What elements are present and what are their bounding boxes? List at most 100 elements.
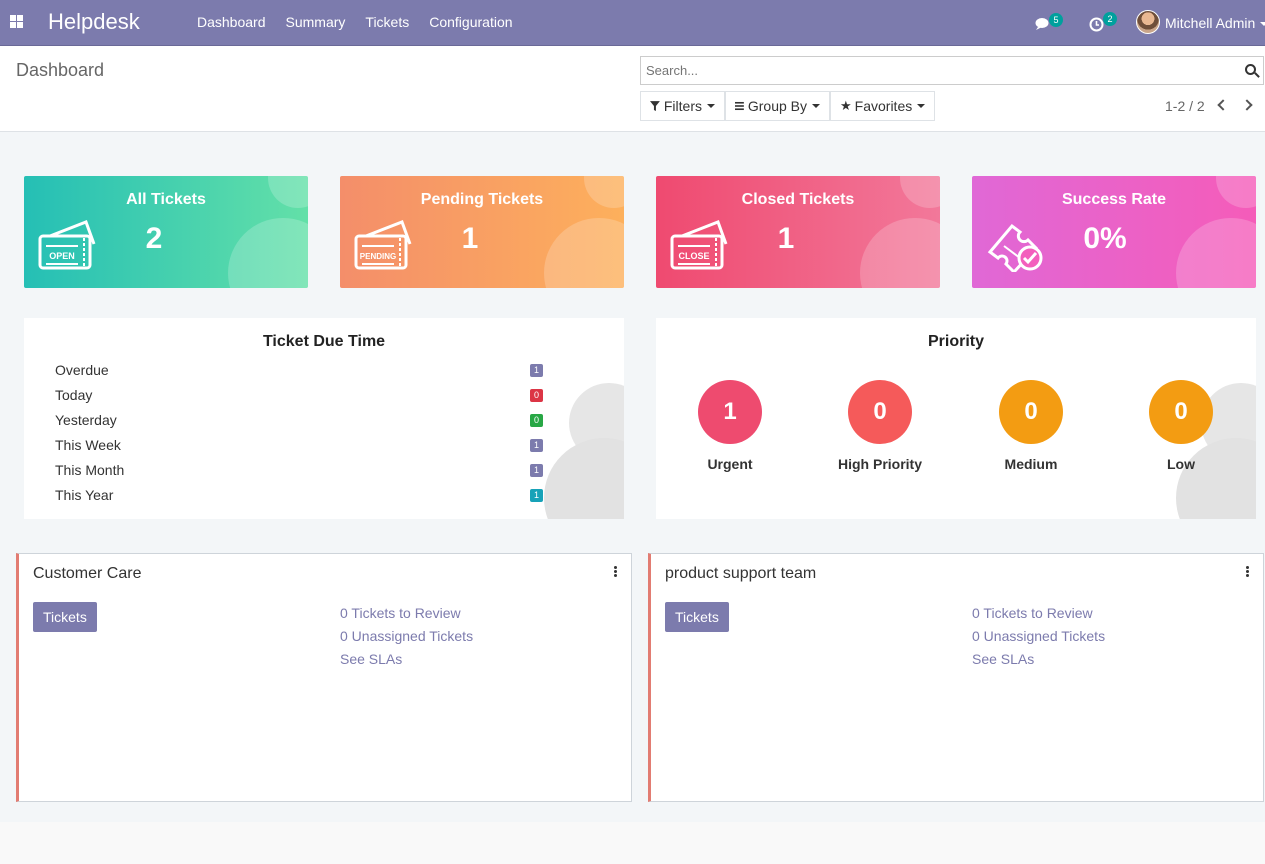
bars-icon (735, 101, 744, 111)
chevron-down-icon (917, 104, 926, 108)
see-slas-link[interactable]: See SLAs (340, 648, 473, 671)
menu-configuration[interactable]: Configuration (419, 14, 522, 30)
ticket-icon-label: CLOSE (678, 251, 709, 261)
priority-label: High Priority (837, 456, 922, 472)
main-menu: Dashboard Summary Tickets Configuration (187, 14, 523, 30)
ticket-icon-label: PENDING (360, 252, 396, 261)
group-by-button[interactable]: Group By (725, 91, 830, 121)
pager-value[interactable]: 1-2 / 2 (1165, 98, 1205, 114)
priority-urgent[interactable]: 1 Urgent (665, 380, 795, 472)
priority-high[interactable]: 0 High Priority (815, 380, 945, 472)
favorites-button[interactable]: ★ Favorites (830, 91, 935, 121)
ticket-check-icon (987, 223, 1043, 272)
search-box (640, 56, 1264, 85)
card-title: Closed Tickets (741, 191, 855, 208)
closed-tickets-card[interactable]: Closed Tickets 1 CLOSE (656, 176, 940, 288)
card-value: 1 (461, 222, 479, 255)
panel-title: Ticket Due Time (262, 333, 386, 350)
chevron-right-icon[interactable] (1241, 99, 1253, 111)
avatar[interactable] (1136, 10, 1160, 34)
star-icon: ★ (840, 98, 852, 113)
card-value: 2 (145, 222, 163, 255)
breadcrumb: Dashboard (16, 60, 105, 80)
favorites-label: Favorites (854, 98, 913, 114)
search-input[interactable] (641, 57, 1231, 84)
messages-badge: 5 (1049, 13, 1063, 27)
ticket-icon: OPEN (38, 220, 96, 270)
due-label: Today (55, 387, 93, 403)
priority-count: 0 (848, 380, 912, 444)
unassigned-tickets-link[interactable]: 0 Unassigned Tickets (340, 625, 473, 648)
user-menu[interactable]: Mitchell Admin (1165, 15, 1265, 31)
chevron-down-icon (1260, 22, 1265, 27)
card-title: All Tickets (126, 191, 206, 208)
team-card-customer-care: Customer Care Tickets 0 Tickets to Revie… (16, 553, 632, 802)
due-row-yesterday[interactable]: Yesterday 0 (55, 412, 545, 428)
priority-panel: Priority 1 Urgent 0 High Priority 0 Medi… (656, 318, 1256, 519)
chevron-left-icon[interactable] (1217, 99, 1229, 111)
tickets-button[interactable]: Tickets (665, 602, 729, 632)
due-badge: 1 (530, 464, 543, 477)
filters-button[interactable]: Filters (640, 91, 725, 121)
due-badge: 0 (530, 414, 543, 427)
menu-tickets[interactable]: Tickets (355, 14, 419, 30)
clock-icon (1089, 17, 1104, 32)
kebab-menu-icon[interactable] (614, 566, 617, 577)
tickets-to-review-link[interactable]: 0 Tickets to Review (340, 602, 473, 625)
due-row-this-week[interactable]: This Week 1 (55, 437, 545, 453)
due-row-this-year[interactable]: This Year 1 (55, 487, 545, 503)
priority-label: Low (1167, 456, 1195, 472)
due-label: This Month (55, 462, 125, 478)
menu-summary[interactable]: Summary (276, 14, 356, 30)
priority-label: Medium (1004, 456, 1058, 472)
due-badge: 1 (530, 364, 543, 377)
priority-low[interactable]: 0 Low (1116, 380, 1246, 472)
due-row-today[interactable]: Today 0 (55, 387, 545, 403)
due-badge: 1 (530, 489, 543, 502)
card-value: 0% (1083, 222, 1127, 255)
pending-tickets-card[interactable]: Pending Tickets 1 PENDING (340, 176, 624, 288)
all-tickets-card[interactable]: All Tickets 2 OPEN (24, 176, 308, 288)
dashboard-content: All Tickets 2 OPEN Pending Tickets 1 PEN… (0, 132, 1265, 822)
due-label: Yesterday (55, 412, 117, 428)
activities-badge: 2 (1103, 12, 1117, 26)
due-row-this-month[interactable]: This Month 1 (55, 462, 545, 478)
user-name: Mitchell Admin (1165, 15, 1256, 31)
due-row-overdue[interactable]: Overdue 1 (55, 362, 545, 378)
kebab-menu-icon[interactable] (1246, 566, 1249, 577)
due-badge: 1 (530, 439, 543, 452)
ticket-icon-label: OPEN (49, 251, 75, 261)
team-name: product support team (665, 565, 817, 582)
menu-dashboard[interactable]: Dashboard (187, 14, 276, 30)
search-icon[interactable] (1245, 64, 1256, 75)
group-by-label: Group By (747, 98, 807, 114)
filter-icon (650, 101, 660, 111)
ticket-due-time-panel: Ticket Due Time Overdue 1 Today 0 Yesterda… (24, 318, 624, 519)
app-brand[interactable]: Helpdesk (48, 9, 140, 35)
tickets-button[interactable]: Tickets (33, 602, 97, 632)
card-title: Success Rate (1061, 191, 1167, 208)
panel-title: Priority (927, 333, 984, 350)
tickets-to-review-link[interactable]: 0 Tickets to Review (972, 602, 1105, 625)
due-label: This Year (55, 487, 114, 503)
priority-count: 0 (999, 380, 1063, 444)
priority-count: 0 (1149, 380, 1213, 444)
team-links: 0 Tickets to Review 0 Unassigned Tickets… (340, 602, 473, 671)
team-name: Customer Care (33, 565, 142, 582)
ticket-icon: PENDING (354, 220, 412, 270)
due-label: Overdue (55, 362, 109, 378)
activities-button[interactable]: 2 (1089, 12, 1119, 32)
priority-medium[interactable]: 0 Medium (966, 380, 1096, 472)
filters-label: Filters (663, 98, 702, 114)
unassigned-tickets-link[interactable]: 0 Unassigned Tickets (972, 625, 1105, 648)
see-slas-link[interactable]: See SLAs (972, 648, 1105, 671)
team-links: 0 Tickets to Review 0 Unassigned Tickets… (972, 602, 1105, 671)
success-rate-card[interactable]: Success Rate 0% (972, 176, 1256, 288)
apps-menu-icon[interactable] (10, 15, 23, 28)
ticket-icon: CLOSE (670, 220, 728, 270)
priority-count: 1 (698, 380, 762, 444)
control-panel: Dashboard Filters Group By ★ Favorites 1… (0, 46, 1265, 132)
team-card-product-support: product support team Tickets 0 Tickets t… (648, 553, 1264, 802)
messages-button[interactable]: 5 (1035, 13, 1065, 33)
priority-label: Urgent (707, 456, 753, 472)
